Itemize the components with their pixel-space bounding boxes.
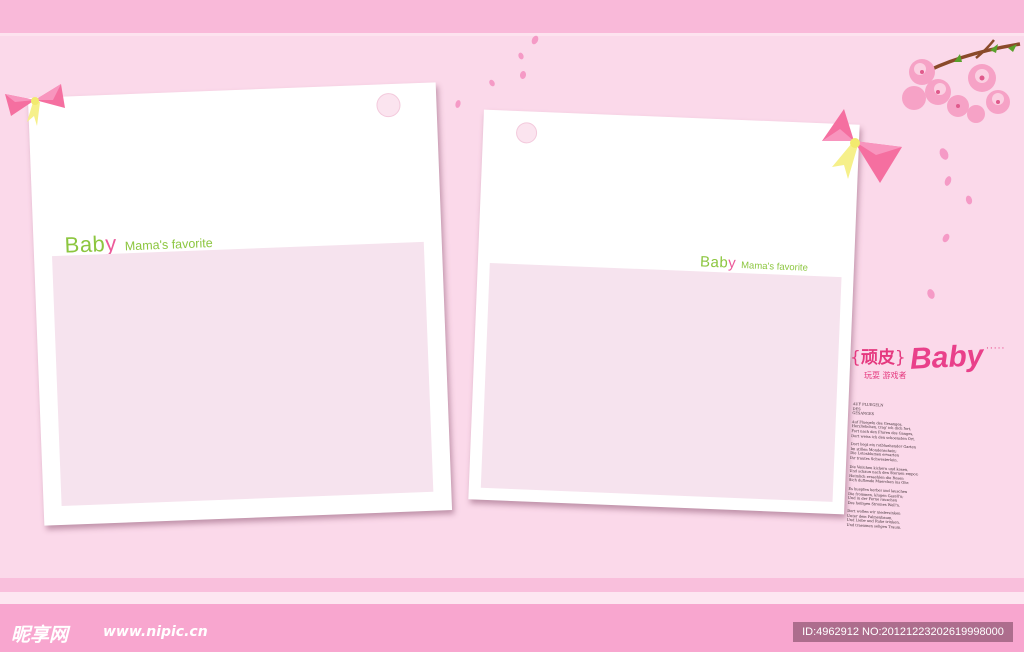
stamp-dots: ····· [986,344,1006,354]
stamp-baby: Baby [909,339,985,376]
bow-icon [822,109,902,183]
watermark-id: ID:4962912 NO:20121223202619998000 [793,622,1013,642]
pin-hole [376,92,401,118]
top-band-line [0,33,1024,36]
photo-placeholder[interactable] [480,262,842,502]
pin-hole [515,121,538,144]
baby-word: Baby [699,253,737,272]
photo-card-left: Baby Mama's favorite [27,82,453,526]
bow-icon [5,84,65,126]
lower-band-light [0,592,1024,604]
top-band [0,0,1024,33]
baby-stamp: {顽皮} 玩耍 游戏者 Baby ····· [846,339,1016,394]
photo-card-right: Baby Mama's favorite [468,109,860,515]
poem-text-block: AUF FLUEGELN DES GESANGES Auf Fluegeln d… [846,402,919,530]
watermark-logo: 昵享网 [11,624,69,646]
lower-band [0,578,1024,592]
stamp-subtitle: 玩耍 游戏者 [864,371,907,380]
stamp-title: {顽皮} [850,348,906,368]
watermark-url[interactable]: www.nipic.cn [103,624,208,640]
photo-placeholder[interactable] [52,241,434,506]
caption-subtitle: Mama's favorite [740,260,809,274]
cherry-blossom-branch [902,39,1021,123]
